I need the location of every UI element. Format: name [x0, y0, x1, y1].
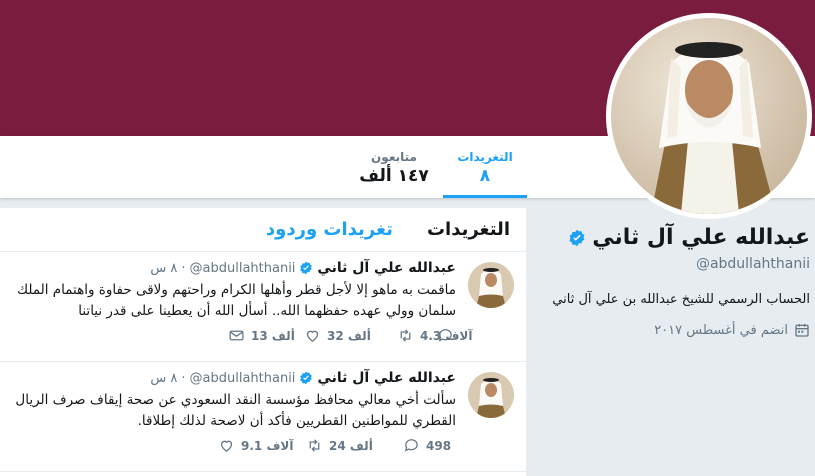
profile-handle[interactable]: @abdullahthanii [535, 256, 810, 272]
profile-card: عبدالله علي آل ثاني @abdullahthanii الحس… [535, 225, 815, 338]
profile-joined-row: انضم في أغسطس ٢٠١٧ [535, 322, 810, 338]
tweet-actions: 4.3 آلاف 32 ألف 13 ألف [0, 327, 526, 347]
verified-icon [300, 371, 313, 385]
tweet[interactable]: عبدالله علي آل ثاني @abdullahthanii · ٨ … [0, 362, 526, 472]
nav-tweets-tab[interactable]: التغريدات ٨ [443, 136, 527, 198]
verified-icon [300, 261, 313, 275]
like-icon [306, 330, 319, 342]
tweet-actions: 498 24 ألف 9.1 آلاف [0, 437, 526, 457]
nav-followers-label: متابعون [371, 150, 417, 164]
like-icon [220, 440, 233, 452]
tab-tweets-replies[interactable]: تغريدات وردود [266, 219, 393, 240]
nav-followers-count: ١٤٧ ألف [359, 166, 429, 186]
tweet-header: عبدالله علي آل ثاني @abdullahthanii · ٨ … [8, 260, 456, 276]
profile-name[interactable]: عبدالله علي آل ثاني [592, 225, 810, 250]
retweet-count: 24 ألف [329, 438, 373, 453]
tweet-text: ماقمت به ماهو إلا لأجل قطر وأهلها الكرام… [16, 282, 456, 319]
message-count: 13 ألف [251, 328, 295, 343]
message-button[interactable]: 13 ألف [228, 327, 295, 344]
like-count: 9.1 آلاف [241, 438, 294, 453]
profile-avatar[interactable] [606, 13, 812, 219]
retweet-icon [309, 439, 320, 452]
tweet-body: عبدالله علي آل ثاني @abdullahthanii · ٨ … [8, 370, 456, 432]
tweet-time[interactable]: ٨ س [150, 371, 177, 386]
tweet-time-dot: · [181, 260, 186, 276]
tweet-avatar[interactable] [468, 372, 514, 418]
like-button[interactable]: 9.1 آلاف [218, 437, 293, 454]
nav-tweets-count: ٨ [479, 166, 491, 186]
tweet-author-handle[interactable]: @abdullahthanii [190, 371, 296, 386]
tweet-author-name[interactable]: عبدالله علي آل ثاني [317, 260, 456, 276]
tweet-text: سألت أخي معالي محافظ مؤسسة النقد السعودي… [15, 392, 456, 429]
nav-followers-tab[interactable]: متابعون ١٤٧ ألف [350, 136, 438, 198]
timeline: التغريدات تغريدات وردود عبدالله علي آل ث… [0, 208, 526, 476]
nav-tweets-label: التغريدات [457, 150, 513, 164]
reply-count: 498 [426, 438, 452, 453]
retweet-icon [400, 329, 411, 342]
tweet-time[interactable]: ٨ س [150, 261, 177, 276]
verified-icon [569, 229, 585, 246]
reply-icon [404, 439, 418, 452]
tweet[interactable]: عبدالله علي آل ثاني @abdullahthanii · ٨ … [0, 252, 526, 362]
tab-tweets[interactable]: التغريدات [427, 219, 510, 240]
profile-bio: الحساب الرسمي للشيخ عبدالله بن علي آل ثا… [552, 292, 810, 307]
tweet-author-name[interactable]: عبدالله علي آل ثاني [317, 370, 456, 386]
tweet-header: عبدالله علي آل ثاني @abdullahthanii · ٨ … [8, 370, 456, 386]
tweet-author-handle[interactable]: @abdullahthanii [190, 261, 296, 276]
reply-button[interactable]: 498 [403, 437, 451, 454]
tweet-avatar[interactable] [468, 262, 514, 308]
retweet-button[interactable]: 4.3 آلاف [397, 327, 472, 344]
profile-joined-text: انضم في أغسطس ٢٠١٧ [654, 322, 788, 338]
tweet-time-dot: · [181, 370, 186, 386]
calendar-icon [795, 324, 809, 337]
timeline-tabs: التغريدات تغريدات وردود [0, 208, 526, 252]
profile-name-row: عبدالله علي آل ثاني [535, 225, 810, 250]
retweet-button[interactable]: 24 ألف [306, 437, 373, 454]
retweet-count: 4.3 آلاف [420, 328, 473, 343]
like-count: 32 ألف [327, 328, 371, 343]
like-button[interactable]: 32 ألف [304, 327, 371, 344]
tweet-body: عبدالله علي آل ثاني @abdullahthanii · ٨ … [8, 260, 456, 322]
message-icon [229, 330, 244, 341]
